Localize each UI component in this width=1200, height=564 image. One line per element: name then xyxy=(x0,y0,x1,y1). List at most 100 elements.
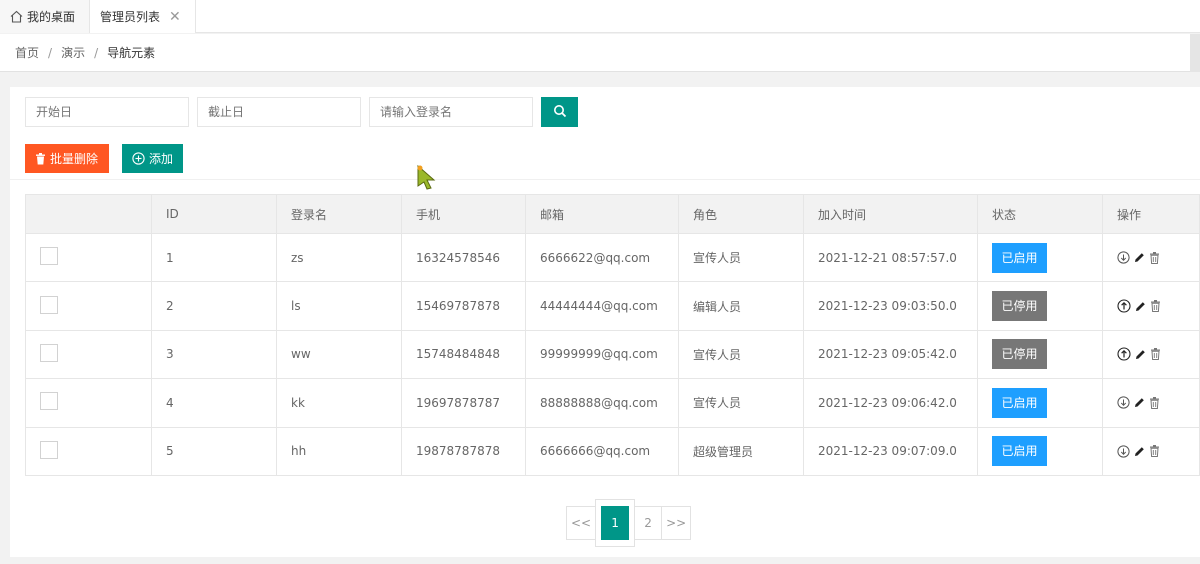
disable-arrow-down-icon[interactable] xyxy=(1117,396,1130,409)
disable-arrow-down-icon[interactable] xyxy=(1117,445,1130,458)
row-checkbox-cell xyxy=(25,426,152,476)
cell-id: 1 xyxy=(151,232,277,283)
cell-id: 5 xyxy=(151,426,277,476)
admin-table: ID 登录名 手机 邮箱 角色 加入时间 状态 操作 1 zs 1632457854… xyxy=(25,194,1200,476)
row-checkbox-cell xyxy=(25,329,152,380)
table-row: 5 hh 19878787878 6666666@qq.com 超级管理员 2021-12… xyxy=(25,426,1200,476)
tab-admin-list[interactable]: 管理员列表 ✕ xyxy=(90,0,196,33)
row-checkbox-cell xyxy=(25,281,152,331)
cell-email: 88888888@qq.com xyxy=(525,378,679,428)
delete-trash-icon[interactable] xyxy=(1150,300,1161,313)
edit-pencil-icon[interactable] xyxy=(1134,397,1145,408)
mouse-cursor-icon xyxy=(415,164,439,193)
cell-phone: 16324578546 xyxy=(401,232,526,283)
table-row: 2 ls 15469787878 44444444@qq.com 编辑人员 2021-12… xyxy=(25,281,1200,331)
cell-login: hh xyxy=(276,426,402,476)
cell-email: 99999999@qq.com xyxy=(525,329,679,380)
edit-pencil-icon[interactable] xyxy=(1134,446,1145,457)
status-badge[interactable]: 已启用 xyxy=(992,436,1047,467)
prev-page-button[interactable]: << xyxy=(566,506,597,540)
cell-role: 编辑人员 xyxy=(678,281,804,331)
current-page: 1 xyxy=(601,506,630,540)
header-joined: 加入时间 xyxy=(803,194,978,234)
edit-pencil-icon[interactable] xyxy=(1134,252,1145,263)
breadcrumb: 首页 / 演示 / 导航元素 xyxy=(0,34,1200,72)
tab-label: 管理员列表 xyxy=(100,10,161,24)
add-button[interactable]: 添加 xyxy=(122,144,183,173)
cell-phone: 19878787878 xyxy=(401,426,526,476)
header-phone: 手机 xyxy=(401,194,526,234)
cell-phone: 19697878787 xyxy=(401,378,526,428)
next-page-button[interactable]: >> xyxy=(661,506,692,540)
login-name-input[interactable] xyxy=(369,97,533,127)
row-checkbox[interactable] xyxy=(40,295,58,314)
page-1-button[interactable]: 1 xyxy=(595,499,636,547)
enable-arrow-up-icon[interactable] xyxy=(1117,299,1131,313)
row-checkbox[interactable] xyxy=(40,392,58,411)
cell-email: 6666666@qq.com xyxy=(525,426,679,476)
cell-login: ls xyxy=(276,281,402,331)
batch-delete-button[interactable]: 批量删除 xyxy=(25,144,109,173)
cell-actions xyxy=(1102,232,1200,283)
search-icon xyxy=(553,104,567,121)
row-checkbox[interactable] xyxy=(40,440,58,459)
cell-login: zs xyxy=(276,232,402,283)
divider xyxy=(10,179,1200,180)
cell-login: kk xyxy=(276,378,402,428)
row-checkbox-cell xyxy=(25,378,152,428)
edit-pencil-icon[interactable] xyxy=(1135,301,1146,312)
batch-delete-label: 批量删除 xyxy=(50,152,99,166)
row-checkbox[interactable] xyxy=(40,247,58,266)
cell-status: 已启用 xyxy=(977,426,1103,476)
start-date-input[interactable] xyxy=(25,97,189,127)
delete-trash-icon[interactable] xyxy=(1149,445,1160,458)
page-2-button[interactable]: 2 xyxy=(634,506,663,540)
row-checkbox[interactable] xyxy=(40,343,58,362)
breadcrumb-separator: / xyxy=(94,45,99,60)
cell-role: 宣传人员 xyxy=(678,232,804,283)
scrollbar[interactable] xyxy=(1190,34,1200,72)
main-card: 批量删除 添加 ID 登录名 手机 邮箱 角色 加入时间 状态 操作 1zs16… xyxy=(10,87,1200,557)
cell-actions xyxy=(1102,378,1200,428)
search-button[interactable] xyxy=(541,97,578,127)
home-icon xyxy=(10,10,23,23)
cell-phone: 15469787878 xyxy=(401,281,526,331)
add-label: 添加 xyxy=(149,152,174,166)
end-date-input[interactable] xyxy=(197,97,361,127)
cell-joined: 2021-12-23 09:05:42.0 xyxy=(803,329,978,380)
plus-circle-icon xyxy=(132,152,145,165)
cell-status: 已启用 xyxy=(977,232,1103,283)
close-icon[interactable]: ✕ xyxy=(169,9,181,25)
cell-id: 2 xyxy=(151,281,277,331)
header-actions: 操作 xyxy=(1102,194,1200,234)
status-badge[interactable]: 已启用 xyxy=(992,242,1047,273)
status-badge[interactable]: 已停用 xyxy=(992,339,1047,370)
delete-trash-icon[interactable] xyxy=(1150,348,1161,361)
delete-trash-icon[interactable] xyxy=(1149,396,1160,409)
cell-id: 3 xyxy=(151,329,277,380)
table-row: 4 kk 19697878787 88888888@qq.com 宣传人员 2021-12… xyxy=(25,378,1200,428)
cell-joined: 2021-12-23 09:06:42.0 xyxy=(803,378,978,428)
tab-desktop[interactable]: 我的桌面 xyxy=(0,0,91,33)
enable-arrow-up-icon[interactable] xyxy=(1117,347,1131,362)
delete-trash-icon[interactable] xyxy=(1149,251,1160,264)
tab-label: 我的桌面 xyxy=(27,10,76,24)
status-badge[interactable]: 已停用 xyxy=(992,291,1047,322)
cell-status: 已停用 xyxy=(977,329,1103,380)
header-role: 角色 xyxy=(678,194,804,234)
header-checkbox xyxy=(25,194,152,234)
tab-bar: 我的桌面 管理员列表 ✕ xyxy=(0,0,1200,33)
edit-pencil-icon[interactable] xyxy=(1135,349,1146,360)
cell-joined: 2021-12-23 09:07:09.0 xyxy=(803,426,978,476)
cell-joined: 2021-12-23 09:03:50.0 xyxy=(803,281,978,331)
cell-email: 44444444@qq.com xyxy=(525,281,679,331)
cell-status: 已启用 xyxy=(977,378,1103,428)
disable-arrow-down-icon[interactable] xyxy=(1117,251,1130,264)
breadcrumb-demo[interactable]: 演示 xyxy=(61,44,85,61)
header-login: 登录名 xyxy=(276,194,402,234)
row-checkbox-cell xyxy=(25,232,152,283)
breadcrumb-home[interactable]: 首页 xyxy=(15,44,39,61)
status-badge[interactable]: 已启用 xyxy=(992,387,1047,418)
cell-status: 已停用 xyxy=(977,281,1103,331)
cell-joined: 2021-12-21 08:57:57.0 xyxy=(803,232,978,283)
